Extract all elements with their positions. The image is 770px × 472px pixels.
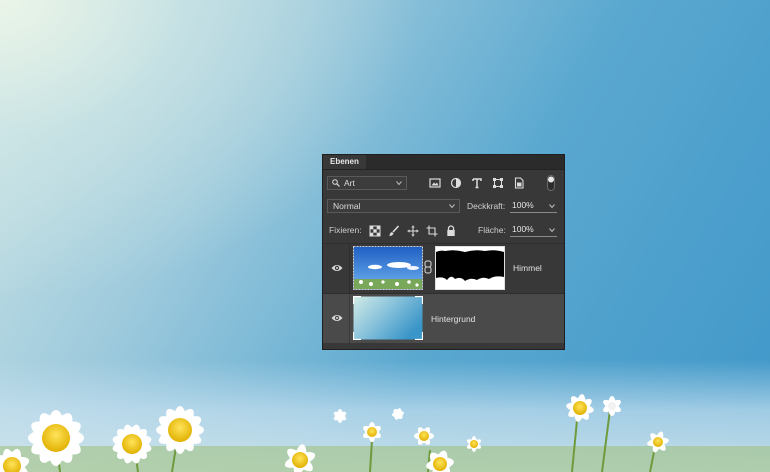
layers-panel: Ebenen Art Normal Deckkraft: 100% Fixier… <box>322 154 565 350</box>
layer-name-hintergrund[interactable]: Hintergrund <box>431 314 475 324</box>
divider <box>349 294 350 343</box>
fill-label: Fläche: <box>478 225 506 235</box>
tab-layers[interactable]: Ebenen <box>323 155 366 169</box>
layer-row-hintergrund[interactable]: Hintergrund <box>323 294 564 343</box>
panel-tab-bar: Ebenen <box>323 155 564 170</box>
layer-thumbnail-sky <box>353 246 423 290</box>
layer-name-himmel[interactable]: Himmel <box>513 263 542 273</box>
mask-link-icon[interactable] <box>424 260 432 274</box>
lock-transparent-pixels-icon[interactable] <box>369 225 381 237</box>
chevron-down-icon <box>549 204 555 209</box>
filter-row: Art <box>323 175 564 191</box>
blend-mode-select[interactable]: Normal <box>327 199 460 213</box>
lock-image-pixels-icon[interactable] <box>388 225 400 237</box>
visibility-eye-icon[interactable] <box>331 263 343 273</box>
daisy-meadow-image <box>0 394 770 472</box>
smart-object-filter-icon[interactable] <box>513 177 525 189</box>
lock-position-icon[interactable] <box>407 225 419 237</box>
filter-toggle-icon[interactable] <box>547 175 555 191</box>
lock-artboard-icon[interactable] <box>426 225 438 237</box>
layer-row-himmel[interactable]: Himmel <box>323 244 564 293</box>
chevron-down-icon <box>449 204 455 209</box>
layer-filter-select[interactable]: Art <box>327 176 407 190</box>
lock-all-icon[interactable] <box>445 225 457 237</box>
lock-label: Fixieren: <box>329 225 362 235</box>
fill-field[interactable]: 100% <box>510 223 557 237</box>
opacity-value: 100% <box>512 200 534 210</box>
blend-row: Normal Deckkraft: 100% <box>323 198 564 214</box>
opacity-label: Deckkraft: <box>467 201 506 211</box>
type-filter-icon[interactable] <box>471 177 483 189</box>
divider <box>349 244 350 293</box>
shape-filter-icon[interactable] <box>492 177 504 189</box>
lock-row: Fixieren: Fläche: 100% <box>323 222 564 238</box>
layer-mask-thumbnail[interactable] <box>435 246 505 290</box>
fill-value: 100% <box>512 224 534 234</box>
image-filter-icon[interactable] <box>429 177 441 189</box>
layer-thumbnail-background <box>353 296 423 340</box>
opacity-field[interactable]: 100% <box>510 199 557 213</box>
visibility-eye-icon[interactable] <box>331 313 343 323</box>
layer-filter-value: Art <box>344 178 355 188</box>
chevron-down-icon <box>549 228 555 233</box>
search-icon <box>332 179 340 187</box>
blend-mode-value: Normal <box>333 201 361 211</box>
adjustment-filter-icon[interactable] <box>450 177 462 189</box>
chevron-down-icon <box>396 181 402 186</box>
